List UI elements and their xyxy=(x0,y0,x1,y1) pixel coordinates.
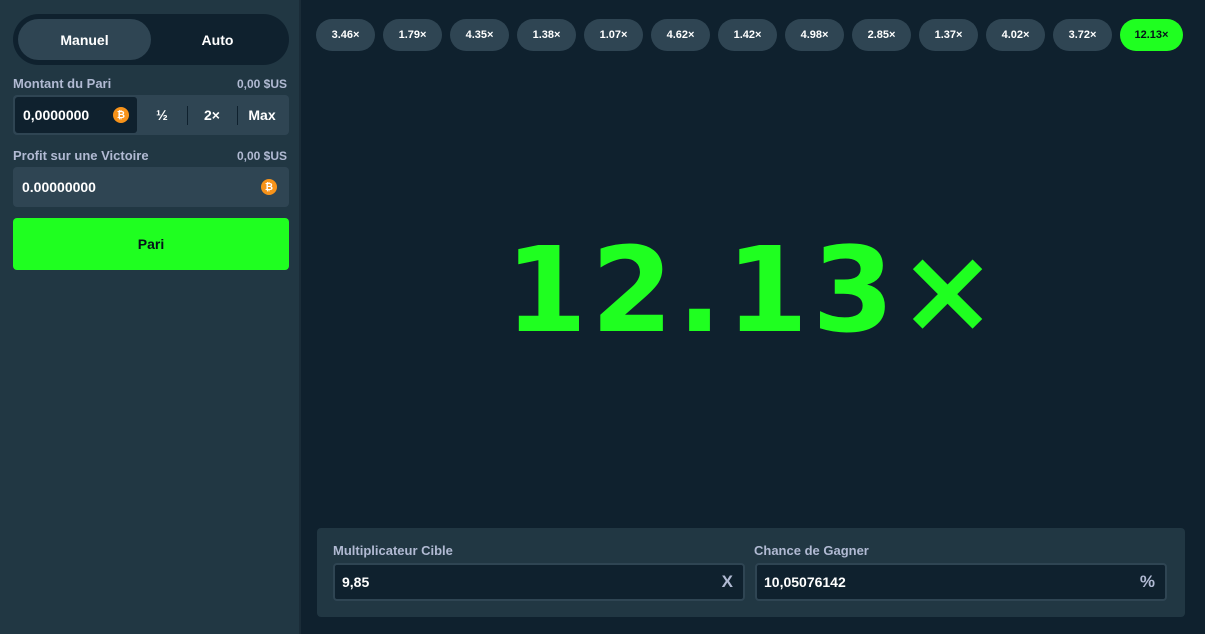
target-multiplier-input[interactable]: 9,85 X xyxy=(333,563,745,601)
history-chip[interactable]: 3.72× xyxy=(1053,19,1112,51)
bitcoin-icon: ₿ xyxy=(261,179,277,195)
manual-tab[interactable]: Manuel xyxy=(18,19,151,60)
history-chip[interactable]: 1.79× xyxy=(383,19,442,51)
profit-label: Profit sur une Victoire xyxy=(13,148,149,163)
history-chip[interactable]: 4.98× xyxy=(785,19,844,51)
bet-sidebar: Manuel Auto Montant du Pari 0,00 $US 0,0… xyxy=(0,0,301,634)
target-multiplier-label: Multiplicateur Cible xyxy=(333,543,453,558)
history-chip[interactable]: 1.38× xyxy=(517,19,576,51)
history-chip[interactable]: 12.13× xyxy=(1120,19,1183,51)
win-chance-label: Chance de Gagner xyxy=(754,543,869,558)
history-chip[interactable]: 4.62× xyxy=(651,19,710,51)
half-button[interactable]: ½ xyxy=(137,97,187,133)
profit-field: 0.00000000 ₿ xyxy=(13,167,289,207)
bitcoin-icon: ₿ xyxy=(113,107,129,123)
result-multiplier: 12.13× xyxy=(504,221,1002,359)
win-chance-value: 10,05076142 xyxy=(764,574,846,590)
game-controls-panel: Multiplicateur Cible 9,85 X Chance de Ga… xyxy=(317,528,1185,617)
history-chip[interactable]: 1.37× xyxy=(919,19,978,51)
bet-amount-label: Montant du Pari xyxy=(13,76,112,91)
percent-suffix: % xyxy=(1139,572,1155,591)
max-button[interactable]: Max xyxy=(237,97,287,133)
history-chip[interactable]: 4.02× xyxy=(986,19,1045,51)
double-button[interactable]: 2× xyxy=(187,97,237,133)
history-chip[interactable]: 2.85× xyxy=(852,19,911,51)
auto-tab[interactable]: Auto xyxy=(151,19,284,60)
history-chip[interactable]: 1.42× xyxy=(718,19,777,51)
history-chip[interactable]: 4.35× xyxy=(450,19,509,51)
bet-amount-control: 0,0000000 ₿ ½ 2× Max xyxy=(13,95,289,135)
bet-button[interactable]: Pari xyxy=(13,218,289,270)
bet-amount-value: 0,0000000 xyxy=(23,107,90,123)
profit-value: 0.00000000 xyxy=(22,179,96,195)
profit-usd: 0,00 $US xyxy=(236,149,287,163)
multiplier-suffix: X xyxy=(721,572,733,591)
history-chip[interactable]: 1.07× xyxy=(584,19,643,51)
target-multiplier-value: 9,85 xyxy=(342,574,370,590)
bet-amount-usd: 0,00 $US xyxy=(236,77,287,91)
bet-amount-input[interactable]: 0,0000000 ₿ xyxy=(15,97,137,133)
mode-toggle: Manuel Auto xyxy=(13,14,289,65)
win-chance-input[interactable]: 10,05076142 % xyxy=(755,563,1167,601)
bet-amount-ops: ½ 2× Max xyxy=(137,97,287,133)
history-chip[interactable]: 3.46× xyxy=(316,19,375,51)
multiplier-history: 3.46× 1.79× 4.35× 1.38× 1.07× 4.62× 1.42× 4.98×… xyxy=(316,19,1183,51)
